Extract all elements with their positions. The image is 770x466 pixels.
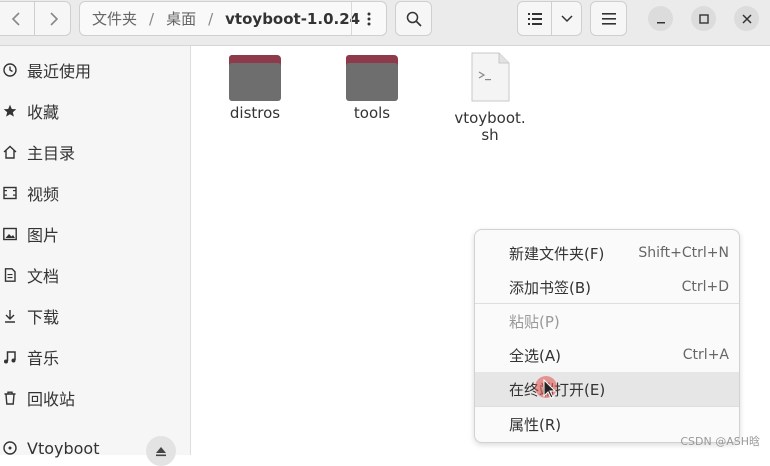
menu-item-paste[interactable]: 粘贴(P) — [475, 304, 739, 338]
sidebar-item-home[interactable]: 主目录 — [0, 134, 190, 170]
file-name-line: sh — [481, 126, 499, 144]
main-menu-button[interactable] — [590, 1, 627, 36]
sidebar-item-label: 收藏 — [27, 103, 60, 122]
header-bar: 文件夹 / 桌面 / vtoyboot-1.0.24 — [0, 0, 770, 46]
breadcrumb-desktop[interactable]: 桌面 — [166, 8, 196, 29]
file-item-vtoyboot-sh[interactable]: vtoyboot. sh — [445, 52, 535, 144]
file-name: vtoyboot. sh — [445, 110, 535, 144]
sidebar-item-music[interactable]: 音乐 — [0, 339, 190, 375]
menu-item-shortcut: Shift+Ctrl+N — [638, 245, 729, 261]
watermark: CSDN @ASH晗 — [680, 435, 760, 448]
list-view-icon — [527, 12, 542, 25]
script-file-icon — [471, 52, 510, 102]
breadcrumb-separator: / — [208, 9, 214, 28]
menu-item-select-all[interactable]: 全选(A) Ctrl+A — [475, 338, 739, 372]
context-menu: 新建文件夹(F) Shift+Ctrl+N 添加书签(B) Ctrl+D 粘贴(… — [474, 229, 740, 443]
drive-icon — [3, 441, 17, 455]
search-button[interactable] — [395, 1, 432, 36]
sidebar-item-label: 文档 — [27, 267, 60, 286]
chevron-right-icon — [49, 11, 58, 26]
clock-icon — [3, 63, 17, 77]
file-name-line: vtoyboot. — [454, 109, 526, 127]
document-icon — [3, 268, 17, 282]
sidebar-item-downloads[interactable]: 下载 — [0, 298, 190, 334]
video-icon — [3, 186, 17, 200]
hamburger-menu-icon — [601, 12, 616, 25]
folder-icon — [346, 55, 398, 101]
star-icon — [3, 104, 17, 118]
sidebar-item-videos[interactable]: 视频 — [0, 175, 190, 211]
file-name: distros — [229, 104, 281, 122]
file-name: tools — [353, 104, 391, 122]
view-switcher — [517, 1, 582, 36]
sidebar-item-documents[interactable]: 文档 — [0, 257, 190, 293]
menu-item-shortcut: Ctrl+A — [682, 347, 729, 363]
close-icon — [741, 13, 752, 24]
sidebar-item-label: 下载 — [27, 308, 60, 327]
list-view-button[interactable] — [517, 1, 552, 36]
home-icon — [3, 145, 17, 159]
breadcrumb-current[interactable]: vtoyboot-1.0.24 — [225, 10, 360, 28]
minimize-button[interactable] — [648, 6, 673, 31]
sidebar-item-starred[interactable]: 收藏 — [0, 93, 190, 129]
menu-item-label: 新建文件夹(F) — [509, 244, 605, 263]
folder-icon — [229, 55, 281, 101]
menu-item-label: 粘贴(P) — [509, 312, 560, 331]
image-icon — [3, 227, 17, 241]
file-item-tools[interactable]: tools — [327, 55, 417, 122]
vertical-dots-icon — [367, 12, 371, 25]
back-button[interactable] — [0, 1, 35, 36]
sidebar-item-pictures[interactable]: 图片 — [0, 216, 190, 252]
path-menu-button[interactable] — [351, 2, 386, 35]
menu-item-label: 添加书签(B) — [509, 278, 591, 297]
sidebar-item-label: 最近使用 — [27, 62, 92, 81]
sidebar-item-recent[interactable]: 最近使用 — [0, 52, 190, 88]
menu-item-shortcut: Ctrl+D — [681, 279, 729, 295]
nav-buttons — [0, 1, 71, 36]
sidebar-item-label: 回收站 — [27, 390, 76, 409]
menu-item-add-bookmark[interactable]: 添加书签(B) Ctrl+D — [475, 270, 739, 304]
sidebar-item-label: 音乐 — [27, 349, 60, 368]
sidebar: 最近使用 收藏 主目录 视频 图片 文档 下载 音乐 回收站 Vtoyboot — [0, 46, 191, 466]
file-item-distros[interactable]: distros — [210, 55, 300, 122]
download-icon — [3, 309, 17, 323]
path-bar: 文件夹 / 桌面 / vtoyboot-1.0.24 — [79, 1, 387, 36]
music-icon — [3, 350, 17, 364]
minimize-icon — [656, 21, 665, 23]
maximize-icon — [698, 13, 709, 24]
chevron-down-icon — [560, 14, 573, 22]
breadcrumb-folder[interactable]: 文件夹 — [92, 8, 137, 29]
menu-item-new-folder[interactable]: 新建文件夹(F) Shift+Ctrl+N — [475, 236, 739, 270]
trash-icon — [3, 391, 17, 405]
eject-button[interactable] — [146, 436, 176, 466]
maximize-button[interactable] — [691, 6, 716, 31]
breadcrumb-separator: / — [149, 9, 155, 28]
close-button[interactable] — [734, 6, 759, 31]
chevron-left-icon — [11, 11, 20, 26]
view-options-dropdown[interactable] — [551, 1, 582, 36]
menu-item-open-in-terminal[interactable]: 在终端打开(E) — [475, 372, 739, 406]
menu-item-label: 属性(R) — [509, 415, 562, 434]
sidebar-item-label: 主目录 — [27, 144, 76, 163]
sidebar-item-label: 图片 — [27, 226, 60, 245]
sidebar-item-label: 视频 — [27, 185, 60, 204]
menu-item-label: 全选(A) — [509, 346, 561, 365]
mouse-cursor-icon — [535, 376, 557, 399]
sidebar-item-trash[interactable]: 回收站 — [0, 380, 190, 416]
search-icon — [406, 11, 422, 27]
forward-button[interactable] — [34, 1, 71, 36]
